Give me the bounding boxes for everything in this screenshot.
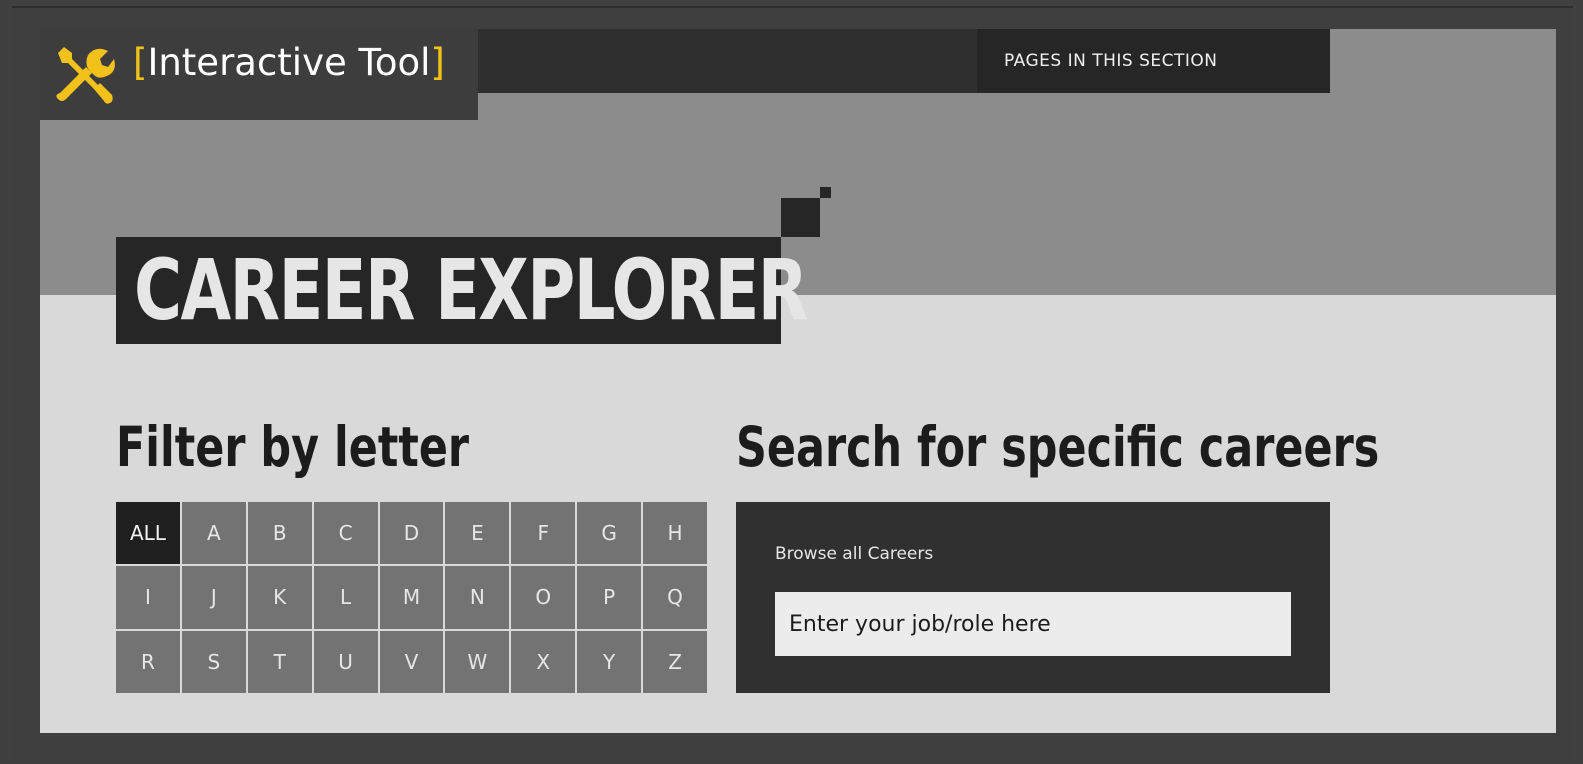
web-page: PAGES IN THIS SECTION CAREER EXPLORER Fi…: [40, 29, 1556, 733]
letter-filter-a[interactable]: A: [181, 502, 246, 565]
letter-filter-v[interactable]: V: [379, 630, 444, 693]
letter-filter-t[interactable]: T: [247, 630, 312, 693]
interactive-tool-badge: [Interactive Tool]: [40, 29, 478, 120]
letter-filter-r[interactable]: R: [116, 630, 180, 693]
letter-filter-f[interactable]: F: [511, 502, 576, 565]
browse-all-careers-link[interactable]: Browse all Careers: [775, 544, 933, 564]
letter-filter-all[interactable]: ALL: [116, 502, 180, 565]
search-panel: Browse all Careers: [736, 502, 1330, 693]
letter-filter-q[interactable]: Q: [643, 566, 707, 629]
letter-filter-d[interactable]: D: [379, 502, 444, 565]
letter-filter-i[interactable]: I: [116, 566, 180, 629]
letter-filter-u[interactable]: U: [313, 630, 378, 693]
letter-filter-x[interactable]: X: [511, 630, 576, 693]
letter-filter-m[interactable]: M: [379, 566, 444, 629]
letter-filter-b[interactable]: B: [247, 502, 312, 565]
badge-label-row: [Interactive Tool]: [133, 41, 445, 84]
letter-filter-j[interactable]: J: [181, 566, 246, 629]
search-heading: Search for specific careers: [736, 415, 1380, 479]
open-bracket: [: [133, 41, 148, 84]
decorative-pixel-large: [781, 198, 820, 237]
decorative-pixel-small: [820, 187, 831, 198]
letter-filter-s[interactable]: S: [181, 630, 246, 693]
letter-filter-c[interactable]: C: [313, 502, 378, 565]
letter-filter-e[interactable]: E: [445, 502, 510, 565]
page-title: CAREER EXPLORER: [134, 241, 808, 339]
pages-in-this-section-button[interactable]: PAGES IN THIS SECTION: [977, 29, 1330, 93]
page-title-block: CAREER EXPLORER: [116, 237, 808, 344]
letter-filter-z[interactable]: Z: [643, 630, 707, 693]
letter-filter-o[interactable]: O: [511, 566, 576, 629]
filter-heading: Filter by letter: [116, 415, 470, 479]
letter-filter-h[interactable]: H: [643, 502, 707, 565]
close-bracket: ]: [430, 41, 445, 84]
letter-filter-w[interactable]: W: [445, 630, 510, 693]
letter-filter-y[interactable]: Y: [577, 630, 642, 693]
letter-filter-k[interactable]: K: [247, 566, 312, 629]
tools-icon: [56, 47, 115, 104]
letter-filter-n[interactable]: N: [445, 566, 510, 629]
letter-filter-p[interactable]: P: [577, 566, 642, 629]
letter-filter-g[interactable]: G: [577, 502, 642, 565]
career-search-input[interactable]: [775, 592, 1291, 656]
letter-filter-l[interactable]: L: [313, 566, 378, 629]
letter-filter-grid: ALL A B C D E F G H I J K L M N O P Q R S T U V W X Y Z: [116, 502, 707, 693]
badge-label: Interactive Tool: [147, 41, 431, 84]
